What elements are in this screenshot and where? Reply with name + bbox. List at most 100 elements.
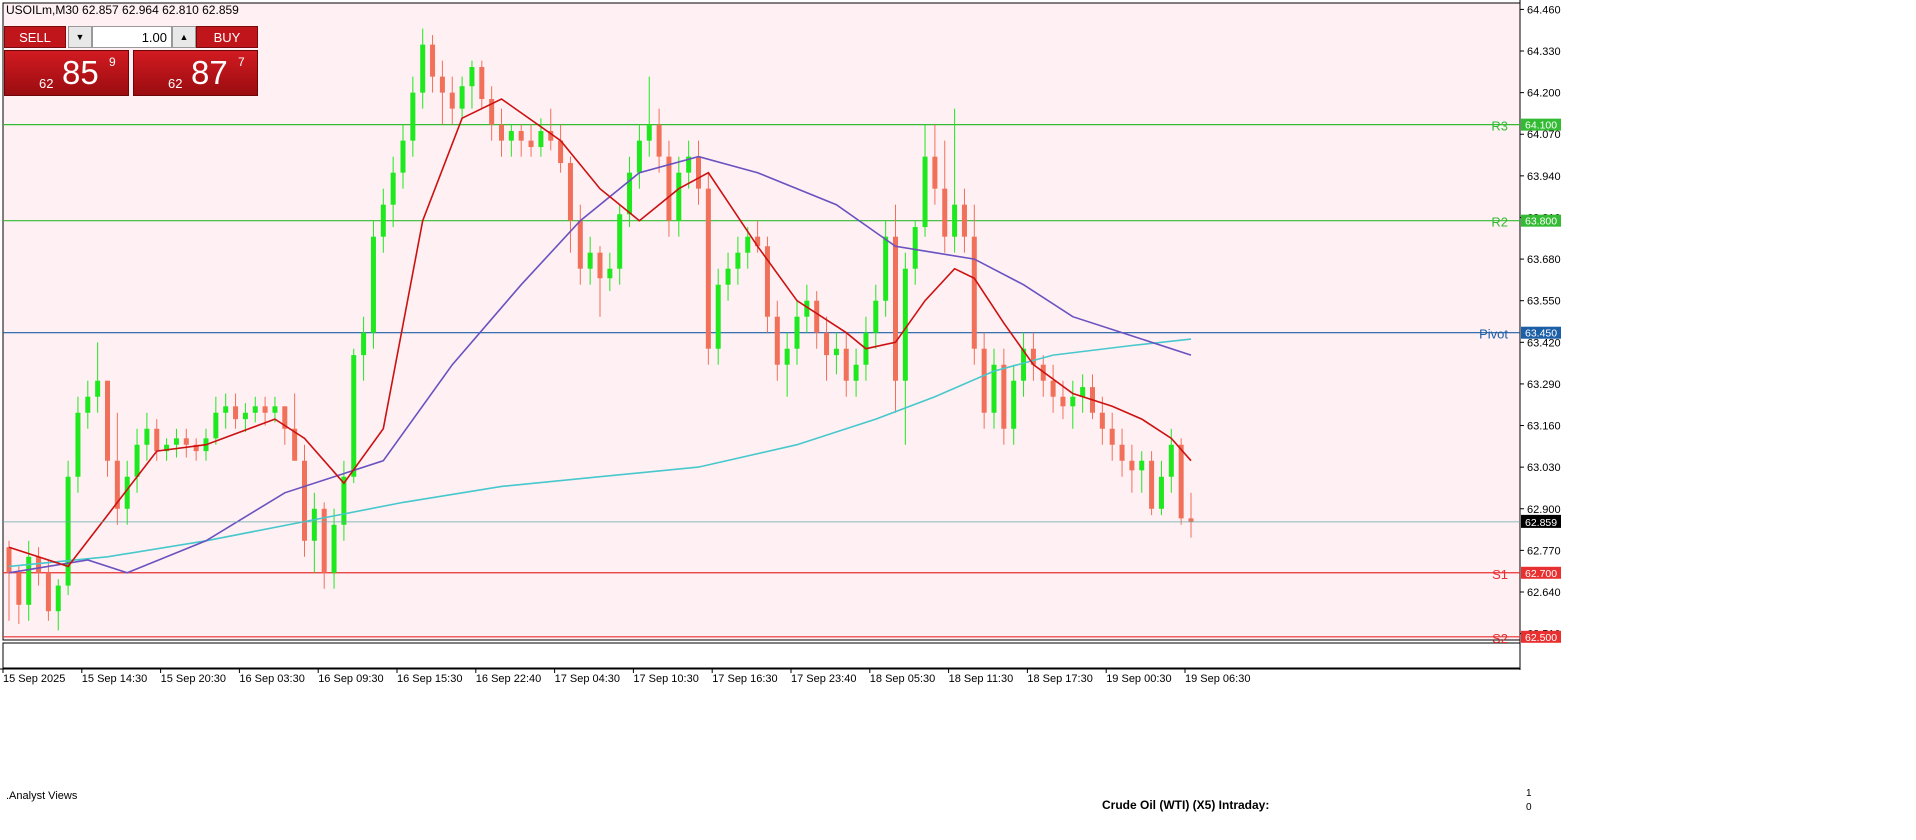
y-tick-label: 62.770 (1527, 545, 1561, 557)
candle-body (794, 316, 800, 349)
level-price-tag: 63.450 (1525, 328, 1557, 340)
x-tick-label: 15 Sep 2025 (3, 673, 65, 685)
candle-body (144, 428, 150, 445)
lot-decrease-button[interactable]: ▼ (68, 26, 92, 48)
level-label-s1: S1 (1492, 567, 1508, 582)
candle-body (577, 220, 583, 269)
indicator-title: Crude Oil (WTI) (X5) Intraday: (1102, 798, 1270, 812)
candle-body (1129, 460, 1135, 471)
level-price-tag: 62.500 (1525, 632, 1557, 644)
price-chart[interactable]: 64.46064.33064.20064.07063.94063.81063.6… (0, 0, 1916, 840)
candle-body (242, 412, 248, 420)
candle-body (518, 131, 524, 141)
buy-button[interactable]: BUY (196, 26, 258, 48)
candle-body (65, 476, 71, 586)
level-label-pivot: Pivot (1479, 327, 1508, 342)
candle-body (36, 556, 42, 573)
candle-body (656, 124, 662, 157)
candle-body (1168, 444, 1174, 477)
candle-body (1188, 518, 1194, 522)
chevron-down-icon: ▼ (75, 32, 85, 42)
one-click-trading-panel: SELL ▼ ▲ BUY 62 85 9 62 87 7 (4, 26, 258, 96)
y-tick-label: 63.940 (1527, 171, 1561, 183)
candle-body (1109, 428, 1115, 445)
candle-body (833, 348, 839, 356)
x-tick-label: 17 Sep 04:30 (555, 673, 620, 685)
candle-body (705, 188, 711, 349)
candle-body (942, 188, 948, 237)
lot-size-input[interactable] (92, 26, 172, 48)
candle-body (646, 124, 652, 141)
candle-body (607, 268, 613, 279)
candle-body (1060, 396, 1066, 407)
candle-body (6, 547, 12, 573)
indicator-name: .Analyst Views (6, 790, 78, 802)
candle-body (1178, 444, 1184, 519)
candle-body (696, 156, 701, 189)
x-tick-label: 16 Sep 22:40 (476, 673, 541, 685)
candle-body (95, 380, 101, 397)
plot-area (2, 2, 1521, 641)
lot-increase-button[interactable]: ▲ (172, 26, 196, 48)
candle-body (105, 380, 110, 461)
candle-body (961, 204, 967, 237)
candle-body (715, 284, 721, 349)
candle-body (302, 460, 307, 541)
candle-body (1070, 396, 1076, 407)
candle-body (223, 406, 229, 413)
candle-body (1139, 460, 1145, 471)
x-tick-label: 19 Sep 06:30 (1185, 673, 1250, 685)
candle-body (666, 156, 672, 221)
candle-body (400, 140, 406, 173)
candle-body (538, 131, 544, 148)
candle-body (784, 348, 790, 365)
candle-body (479, 67, 485, 100)
sell-button[interactable]: SELL (4, 26, 66, 48)
level-price-tag: 63.800 (1525, 216, 1557, 228)
x-tick-label: 17 Sep 16:30 (712, 673, 777, 685)
candle-body (567, 163, 573, 221)
level-label-s2: S2 (1492, 631, 1508, 646)
sell-price-pip: 9 (109, 55, 116, 69)
sell-price-main: 85 (62, 54, 99, 91)
last-price-tag: 62.859 (1525, 517, 1557, 529)
candle-body (508, 131, 514, 141)
candle-body (587, 252, 593, 269)
x-tick-label: 15 Sep 14:30 (82, 673, 147, 685)
candle-body (558, 140, 564, 164)
candle-body (617, 214, 623, 269)
candle-body (893, 236, 898, 381)
candle-body (735, 252, 741, 269)
candle-body (1158, 476, 1164, 509)
x-tick-label: 17 Sep 23:40 (791, 673, 856, 685)
candle-body (971, 236, 977, 349)
indicator-scale-top: 1 (1526, 788, 1532, 799)
candle-body (499, 124, 504, 141)
x-tick-label: 16 Sep 03:30 (239, 673, 304, 685)
x-tick-label: 17 Sep 10:30 (633, 673, 698, 685)
candle-body (390, 172, 396, 205)
candle-body (597, 252, 603, 279)
candle-body (745, 236, 751, 253)
candle-body (1099, 412, 1105, 429)
x-tick-label: 18 Sep 05:30 (870, 673, 935, 685)
candle-body (824, 332, 830, 356)
sell-price-prefix: 62 (39, 76, 54, 91)
y-tick-label: 63.030 (1527, 462, 1561, 474)
sell-price-box[interactable]: 62 85 9 (4, 50, 129, 96)
x-tick-label: 16 Sep 09:30 (318, 673, 383, 685)
candle-body (449, 92, 455, 109)
candle-body (262, 406, 268, 413)
candle-body (469, 67, 475, 87)
candle-body (351, 355, 357, 477)
y-tick-label: 63.290 (1527, 379, 1561, 391)
candle-body (922, 156, 928, 228)
candle-body (361, 332, 367, 356)
buy-price-box[interactable]: 62 87 7 (133, 50, 258, 96)
y-tick-label: 64.200 (1527, 88, 1561, 100)
candle-body (1119, 444, 1125, 461)
candle-body (1011, 380, 1017, 429)
candle-body (952, 204, 958, 237)
candle-body (85, 396, 91, 413)
candle-body (213, 412, 219, 439)
